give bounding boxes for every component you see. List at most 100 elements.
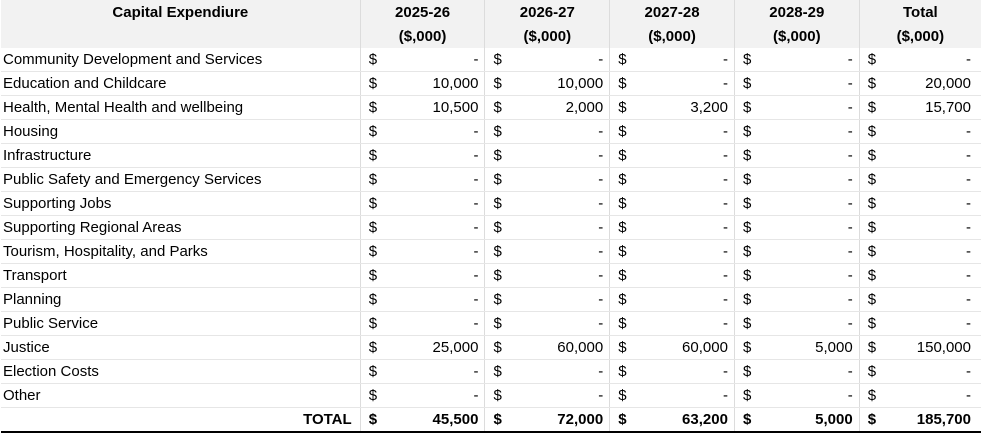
- currency-symbol: $: [360, 383, 383, 408]
- row-label: Planning: [1, 287, 361, 312]
- cell-value: -: [881, 167, 981, 192]
- table-row: Public Service $ - $ - $ - $ - $ -: [1, 311, 981, 336]
- total-value: 72,000: [507, 407, 611, 433]
- cell-value: -: [382, 48, 486, 72]
- cell-value: -: [631, 239, 735, 264]
- cell-value: -: [631, 359, 735, 384]
- table-row: Community Development and Services $ - $ -…: [1, 48, 981, 72]
- currency-symbol: $: [609, 287, 632, 312]
- cell-value: -: [507, 215, 611, 240]
- table-title: Capital Expendiure: [1, 0, 361, 25]
- currency-symbol: $: [859, 407, 882, 433]
- cell-value: -: [507, 311, 611, 336]
- cell-value: -: [881, 287, 981, 312]
- currency-symbol: $: [859, 263, 882, 288]
- header-row-years: Capital Expendiure 2025-26 2026-27 2027-…: [1, 0, 981, 25]
- total-value: 63,200: [631, 407, 735, 433]
- column-header-unit: ($,000): [484, 25, 611, 48]
- cell-value: 150,000: [881, 335, 981, 360]
- cell-value: -: [382, 143, 486, 168]
- currency-symbol: $: [609, 311, 632, 336]
- currency-symbol: $: [859, 383, 882, 408]
- cell-value: -: [382, 239, 486, 264]
- currency-symbol: $: [609, 239, 632, 264]
- currency-symbol: $: [859, 95, 882, 120]
- currency-symbol: $: [859, 335, 882, 360]
- currency-symbol: $: [734, 143, 757, 168]
- currency-symbol: $: [360, 335, 383, 360]
- currency-symbol: $: [859, 359, 882, 384]
- currency-symbol: $: [609, 167, 632, 192]
- table-row: Other $ - $ - $ - $ - $ -: [1, 383, 981, 408]
- total-label: TOTAL: [1, 407, 361, 433]
- cell-value: -: [756, 95, 860, 120]
- cell-value: 25,000: [382, 335, 486, 360]
- cell-value: -: [382, 119, 486, 144]
- row-label: Community Development and Services: [1, 48, 361, 72]
- cell-value: -: [507, 143, 611, 168]
- total-value: 185,700: [881, 407, 981, 433]
- table-body: Community Development and Services $ - $ -…: [1, 48, 981, 433]
- currency-symbol: $: [484, 119, 508, 144]
- currency-symbol: $: [360, 287, 383, 312]
- cell-value: 5,000: [756, 335, 860, 360]
- currency-symbol: $: [734, 239, 757, 264]
- table-row: Supporting Jobs $ - $ - $ - $ - $ -: [1, 191, 981, 216]
- cell-value: -: [881, 215, 981, 240]
- cell-value: 3,200: [631, 95, 735, 120]
- currency-symbol: $: [734, 383, 757, 408]
- currency-symbol: $: [859, 191, 882, 216]
- row-label: Supporting Regional Areas: [1, 215, 361, 240]
- cell-value: -: [507, 383, 611, 408]
- cell-value: -: [631, 167, 735, 192]
- currency-symbol: $: [360, 407, 383, 433]
- table-row: Tourism, Hospitality, and Parks $ - $ - $ -…: [1, 239, 981, 264]
- cell-value: -: [756, 143, 860, 168]
- row-label: Tourism, Hospitality, and Parks: [1, 239, 361, 264]
- cell-value: -: [382, 359, 486, 384]
- currency-symbol: $: [609, 143, 632, 168]
- currency-symbol: $: [734, 311, 757, 336]
- currency-symbol: $: [360, 191, 383, 216]
- column-header-unit: ($,000): [360, 25, 486, 48]
- header-row-units: ($,000) ($,000) ($,000) ($,000) ($,000): [1, 25, 981, 48]
- currency-symbol: $: [859, 119, 882, 144]
- currency-symbol: $: [484, 335, 508, 360]
- column-header-year: 2028-29: [734, 0, 860, 25]
- cell-value: -: [631, 287, 735, 312]
- currency-symbol: $: [734, 71, 757, 96]
- currency-symbol: $: [609, 335, 632, 360]
- header-spacer: [1, 25, 361, 48]
- currency-symbol: $: [484, 407, 508, 433]
- currency-symbol: $: [609, 263, 632, 288]
- cell-value: -: [382, 383, 486, 408]
- row-label: Supporting Jobs: [1, 191, 361, 216]
- currency-symbol: $: [484, 48, 508, 72]
- cell-value: -: [631, 383, 735, 408]
- cell-value: -: [631, 311, 735, 336]
- column-header-total: Total: [859, 0, 981, 25]
- currency-symbol: $: [734, 95, 757, 120]
- column-header-year: 2026-27: [484, 0, 611, 25]
- cell-value: 60,000: [631, 335, 735, 360]
- cell-value: -: [756, 167, 860, 192]
- cell-value: -: [881, 383, 981, 408]
- row-label: Justice: [1, 335, 361, 360]
- column-header-year: 2025-26: [360, 0, 486, 25]
- cell-value: 10,000: [382, 71, 486, 96]
- cell-value: -: [507, 359, 611, 384]
- cell-value: -: [756, 383, 860, 408]
- currency-symbol: $: [734, 335, 757, 360]
- cell-value: -: [631, 143, 735, 168]
- cell-value: -: [631, 215, 735, 240]
- cell-value: -: [881, 191, 981, 216]
- currency-symbol: $: [484, 287, 508, 312]
- cell-value: -: [382, 287, 486, 312]
- currency-symbol: $: [360, 263, 383, 288]
- currency-symbol: $: [734, 359, 757, 384]
- cell-value: -: [756, 215, 860, 240]
- cell-value: -: [631, 119, 735, 144]
- column-header-unit: ($,000): [734, 25, 860, 48]
- row-label: Public Safety and Emergency Services: [1, 167, 361, 192]
- currency-symbol: $: [484, 263, 508, 288]
